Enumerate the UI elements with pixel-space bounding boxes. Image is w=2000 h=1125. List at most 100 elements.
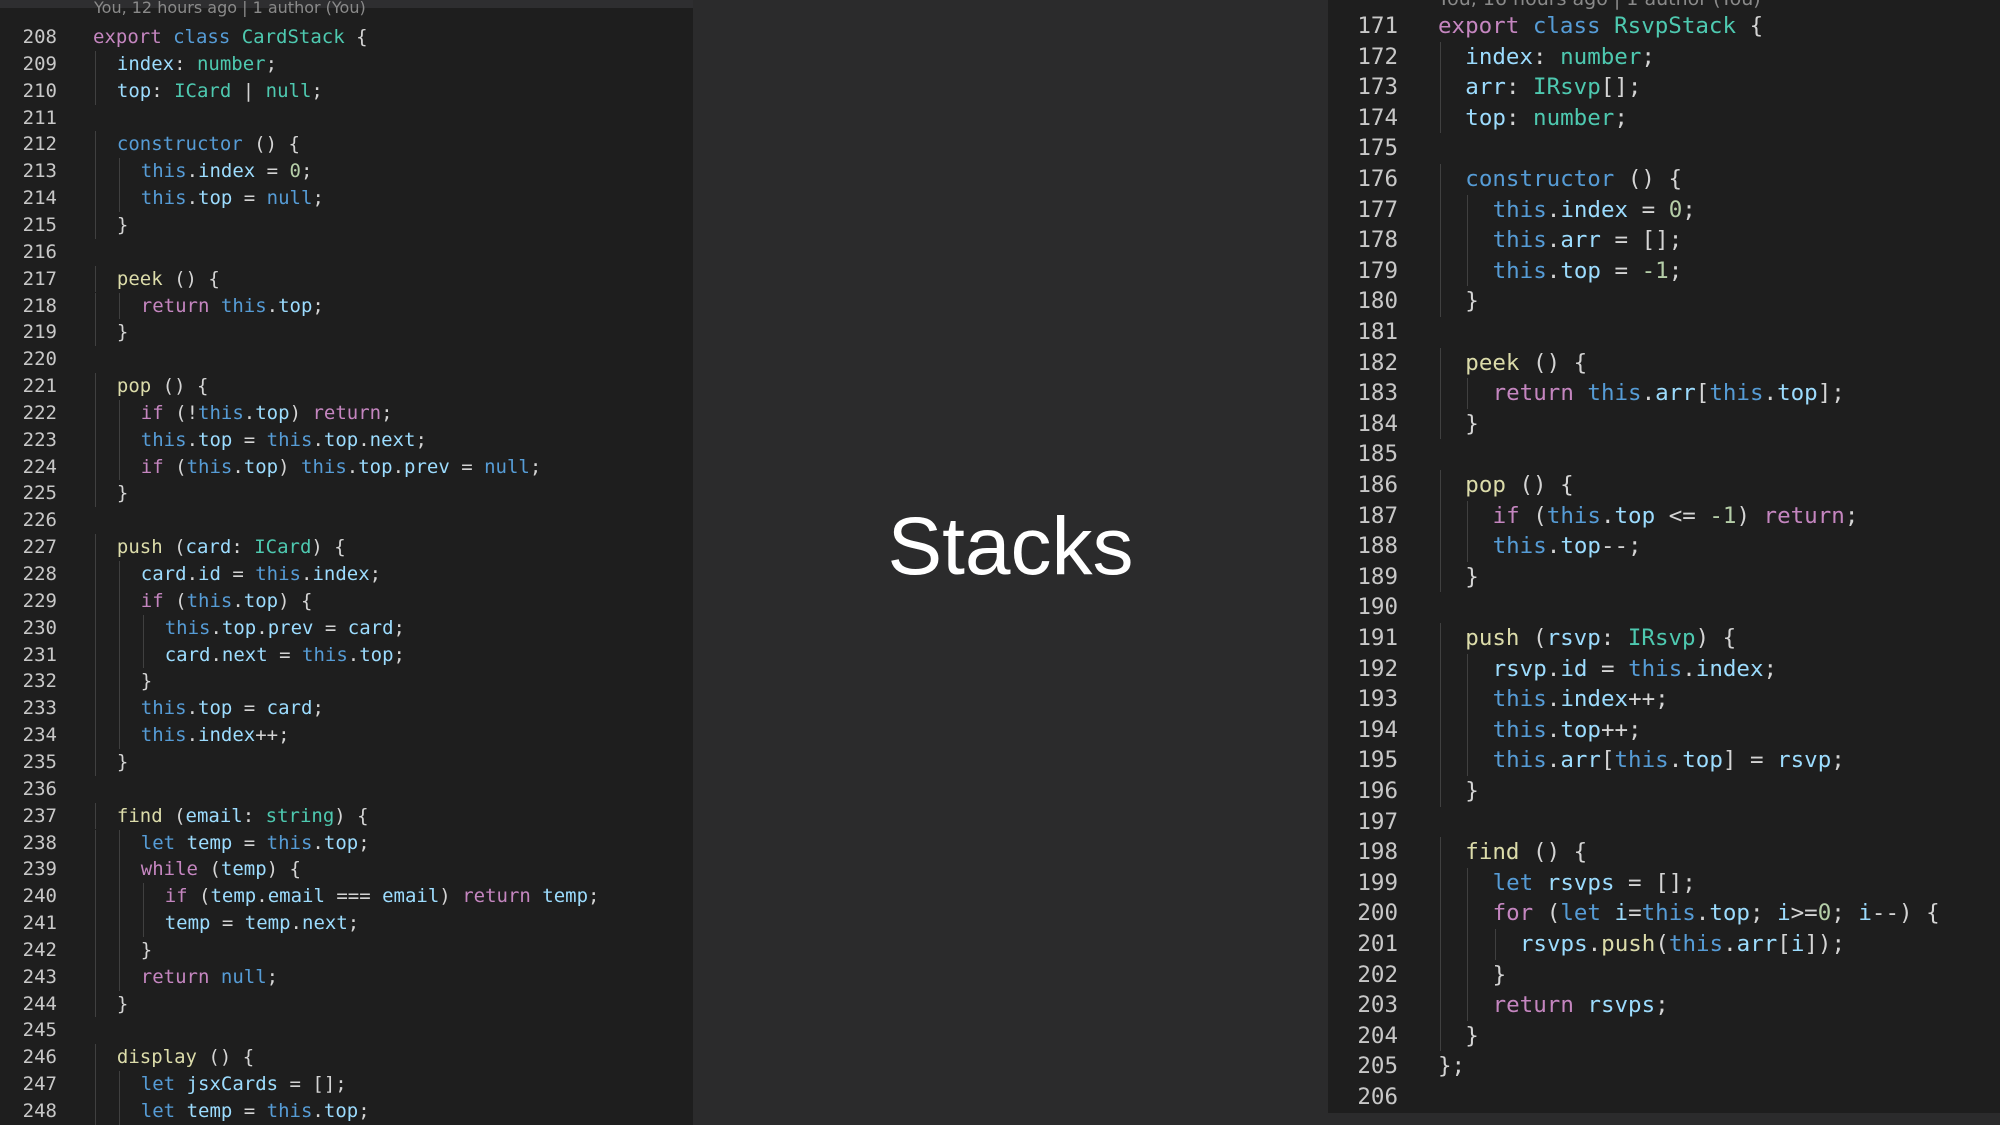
indent-guide xyxy=(118,1098,120,1125)
code-line: 204} xyxy=(1328,1021,2000,1052)
code-text: card.next = this.top; xyxy=(165,642,405,669)
indent-guide xyxy=(118,695,120,723)
line-number: 185 xyxy=(1357,441,1398,468)
indent-guide xyxy=(118,614,120,642)
code-token: ]; xyxy=(1817,380,1845,407)
line-number: 192 xyxy=(1357,655,1398,682)
code-token: this xyxy=(140,428,187,451)
code-token: . xyxy=(1641,380,1656,407)
code-token: ) xyxy=(278,455,302,478)
line-number: 176 xyxy=(1357,166,1398,192)
code-token: () { xyxy=(242,133,300,156)
indent-guide xyxy=(142,883,144,911)
code-token: this xyxy=(164,616,211,639)
right-code-editor[interactable]: You, 16 hours ago | 1 author (You) 171 ex… xyxy=(1328,0,2000,1113)
code-token: : xyxy=(242,804,266,827)
code-token: = xyxy=(232,697,267,720)
code-token: i xyxy=(1614,900,1629,927)
indent-guide xyxy=(1440,561,1441,593)
code-token: . xyxy=(1600,502,1615,529)
code-line: 197 xyxy=(1328,807,2000,838)
indent-guide xyxy=(1440,867,1441,899)
code-token: ; xyxy=(1831,900,1859,927)
code-token: . xyxy=(256,885,268,908)
code-text: let jsxCards = []; xyxy=(141,1071,347,1098)
indent-guide xyxy=(95,910,96,937)
code-token: this xyxy=(1641,900,1696,927)
code-token: top xyxy=(1560,533,1601,560)
code-token: . xyxy=(186,187,199,210)
code-token: : xyxy=(1505,104,1534,131)
code-token: card xyxy=(185,536,232,559)
code-line: 193 this.index++; xyxy=(1328,684,2000,715)
code-token: peek xyxy=(1465,349,1520,376)
code-token: ; xyxy=(1655,992,1669,1019)
line-number: 173 xyxy=(1357,74,1398,101)
code-line: 243 return null; xyxy=(0,964,693,991)
code-text: } xyxy=(1465,1021,1479,1052)
code-token: this xyxy=(1492,716,1547,743)
left-code-editor[interactable]: You, 12 hours ago | 1 author (You) 208 ex… xyxy=(0,0,693,1125)
code-line: 189} xyxy=(1328,562,2000,593)
indent-guide xyxy=(1440,286,1441,317)
code-text: return null; xyxy=(141,964,278,991)
code-token: ) xyxy=(1736,502,1764,529)
indent-guide xyxy=(1440,347,1441,379)
code-text: if (!this.top) return; xyxy=(141,400,393,427)
indent-guide xyxy=(95,77,96,105)
code-token: } xyxy=(116,213,129,236)
code-token: } xyxy=(140,938,153,961)
code-text: rsvps.push(this.arr[i]); xyxy=(1520,929,1845,960)
code-text: this.arr = []; xyxy=(1493,225,1683,256)
code-token: index xyxy=(116,52,175,75)
indent-guide xyxy=(118,641,120,669)
code-token: IRsvp xyxy=(1627,625,1696,651)
code-token: . xyxy=(1546,533,1561,560)
indent-guide xyxy=(118,910,120,937)
code-token: --; xyxy=(1600,533,1642,560)
code-token: -1 xyxy=(1709,502,1737,529)
indent-guide xyxy=(1467,990,1469,1021)
indent-guide xyxy=(95,1098,96,1125)
indent-guide xyxy=(1440,378,1441,409)
code-token: } xyxy=(116,482,129,505)
line-number: 184 xyxy=(1357,410,1398,437)
code-token: } xyxy=(1465,563,1479,590)
indent-guide xyxy=(95,453,96,481)
line-number: 196 xyxy=(1357,778,1398,804)
code-token: () { xyxy=(151,375,209,398)
code-token: = []; xyxy=(1614,869,1696,896)
code-line: 171 export class RsvpStack { xyxy=(1328,11,2000,42)
line-number: 178 xyxy=(1357,227,1398,254)
code-token: : xyxy=(1505,74,1534,101)
code-token: top xyxy=(198,697,233,720)
code-token: return xyxy=(1763,502,1845,529)
code-text: this.top--; xyxy=(1493,531,1642,562)
code-token: temp xyxy=(542,885,589,908)
code-token: let xyxy=(140,1100,187,1122)
indent-guide xyxy=(1467,745,1469,776)
indent-guide xyxy=(118,963,120,991)
indent-guide xyxy=(95,158,96,186)
indent-guide xyxy=(118,399,120,427)
line-number: 205 xyxy=(1357,1053,1398,1080)
code-token: number xyxy=(196,52,266,75)
line-number: 179 xyxy=(1357,257,1398,284)
code-token: card xyxy=(140,563,187,585)
code-token: top xyxy=(1709,900,1750,927)
indent-guide xyxy=(1467,653,1469,685)
indent-guide xyxy=(118,561,120,588)
code-text: this.top = card; xyxy=(141,695,324,722)
code-token: ( xyxy=(1533,502,1547,529)
code-token: ; xyxy=(415,428,427,451)
code-token: IRsvp xyxy=(1533,74,1601,101)
code-text: if (this.top <= -1) return; xyxy=(1493,501,1859,532)
code-line: 225} xyxy=(0,480,693,507)
code-line: 179 this.top = -1; xyxy=(1328,256,2000,287)
code-token: . xyxy=(346,455,359,478)
indent-guide xyxy=(1467,714,1469,746)
code-text: index: number; xyxy=(1465,42,1655,73)
indent-guide xyxy=(118,1071,120,1098)
code-token: index xyxy=(198,724,256,747)
indent-guide xyxy=(118,829,120,857)
